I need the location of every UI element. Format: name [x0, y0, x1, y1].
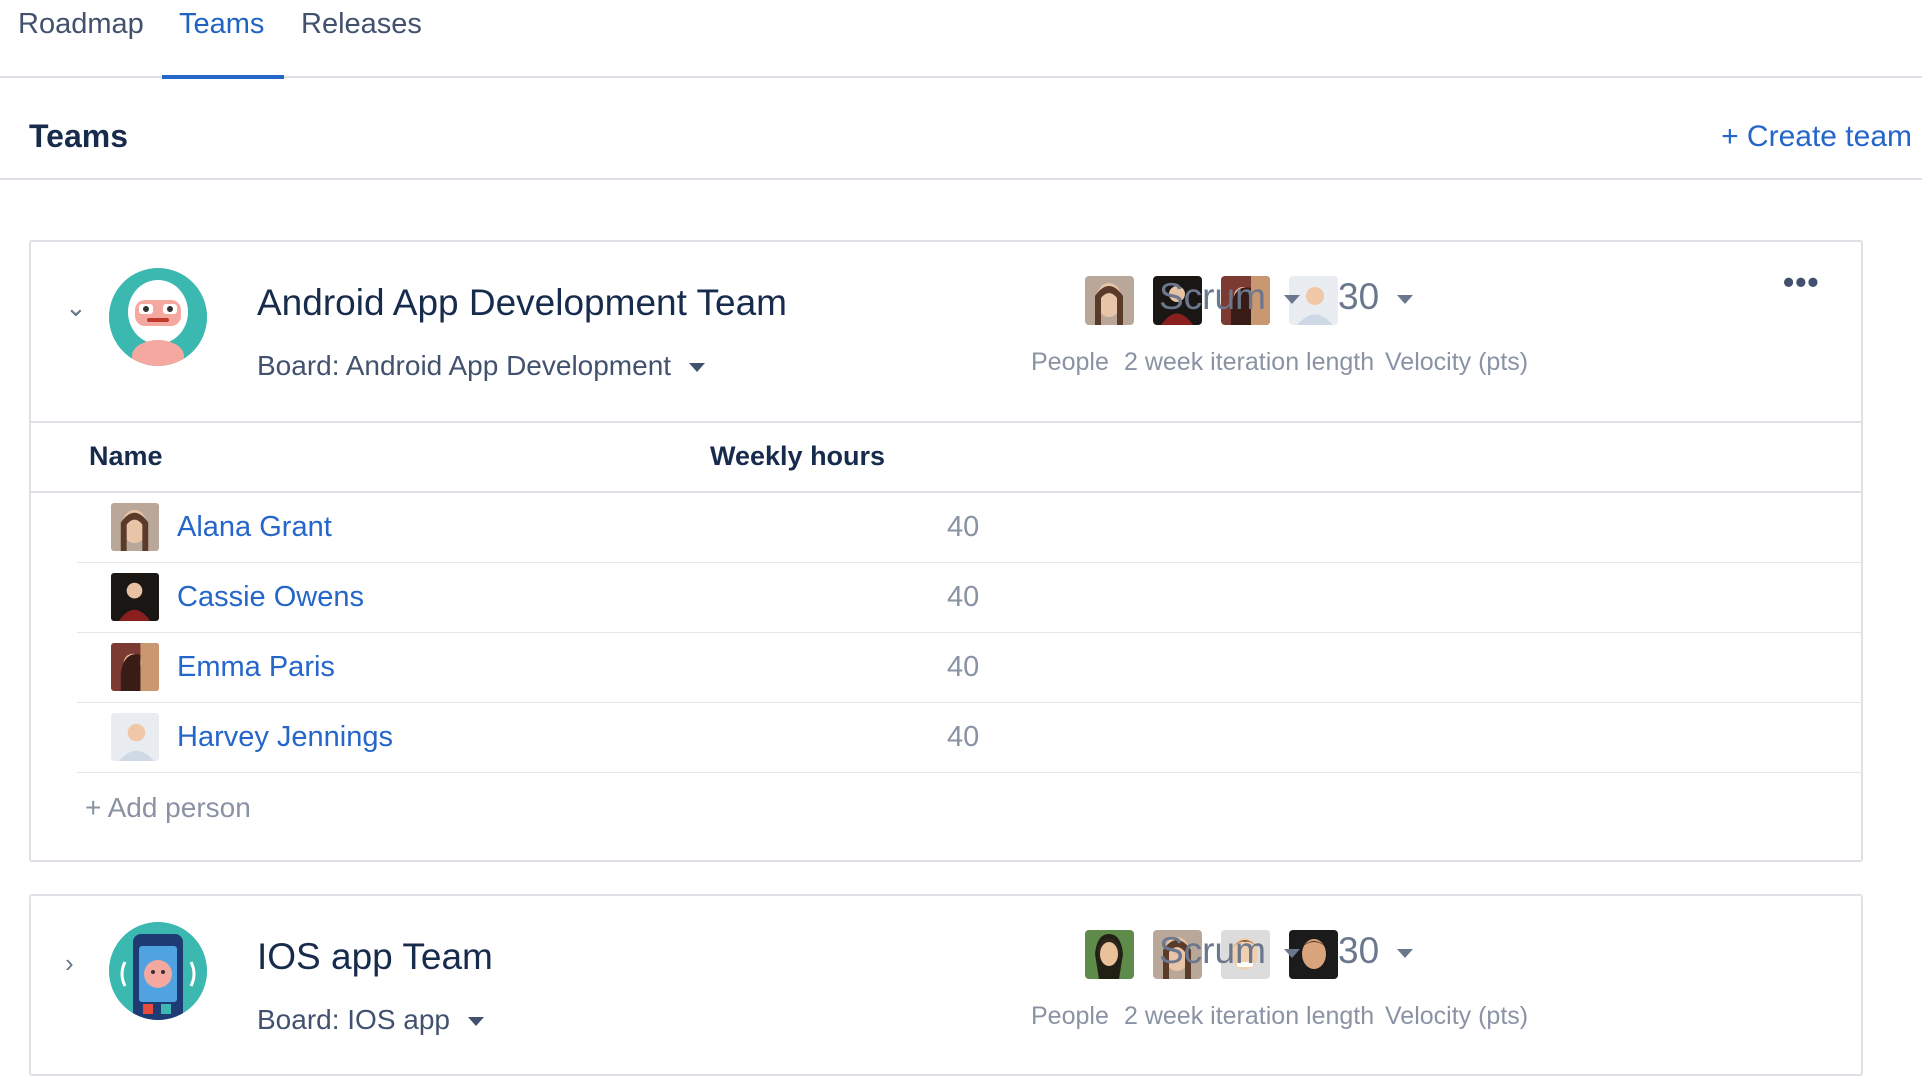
divider — [31, 421, 1861, 423]
person-name-link[interactable]: Cassie Owens — [177, 581, 364, 614]
board-label: Board: IOS app — [257, 1004, 451, 1035]
team-name: IOS app Team — [257, 936, 493, 977]
board-selector[interactable]: Board: IOS app — [257, 1004, 485, 1036]
team-avatar — [109, 922, 207, 1020]
table-row: Alana Grant 40 — [77, 493, 1861, 563]
people-label: People — [1031, 348, 1109, 376]
avatar[interactable] — [111, 713, 159, 761]
caret-down-icon[interactable] — [1397, 948, 1414, 958]
caret-down-icon[interactable] — [1283, 948, 1300, 958]
tab-teams[interactable]: Teams — [179, 8, 264, 41]
person-name-link[interactable]: Emma Paris — [177, 651, 335, 684]
active-tab-indicator — [162, 75, 284, 79]
table-row: Harvey Jennings 40 — [77, 703, 1861, 773]
board-label: Board: Android App Development — [257, 350, 672, 381]
iteration-label: 2 week iteration length — [1124, 348, 1375, 376]
page-header: Teams + Create team — [0, 80, 1922, 180]
iteration-label: 2 week iteration length — [1124, 1002, 1375, 1030]
weekly-hours-value[interactable]: 40 — [947, 581, 979, 614]
caret-down-icon[interactable] — [689, 363, 706, 373]
velocity-label: Velocity (pts) — [1385, 348, 1529, 376]
methodology-selector[interactable]: Scrum — [1159, 930, 1300, 972]
tab-roadmap[interactable]: Roadmap — [18, 8, 144, 41]
person-name-link[interactable]: Harvey Jennings — [177, 721, 393, 754]
column-header-name: Name — [89, 441, 163, 471]
velocity-label: Velocity (pts) — [1385, 1002, 1529, 1030]
table-row: Emma Paris 40 — [77, 633, 1861, 703]
avatar[interactable] — [111, 643, 159, 691]
create-team-button[interactable]: + Create team — [1721, 120, 1912, 154]
weekly-hours-value[interactable]: 40 — [947, 651, 979, 684]
caret-down-icon[interactable] — [1397, 294, 1414, 304]
more-dots-icon[interactable]: ••• — [1783, 264, 1820, 301]
velocity-selector[interactable]: 30 — [1338, 276, 1414, 318]
person-name-link[interactable]: Alana Grant — [177, 511, 332, 544]
column-header-weekly-hours: Weekly hours — [710, 441, 886, 471]
avatar[interactable] — [111, 503, 159, 551]
avatar[interactable] — [1085, 276, 1134, 325]
chevron-right-icon[interactable]: › — [65, 948, 74, 979]
people-label: People — [1031, 1002, 1109, 1030]
velocity-value: 30 — [1338, 930, 1380, 971]
avatar[interactable] — [111, 573, 159, 621]
methodology-selector[interactable]: Scrum — [1159, 276, 1300, 318]
team-avatar — [109, 268, 207, 366]
weekly-hours-value[interactable]: 40 — [947, 511, 979, 544]
page-title: Teams — [29, 118, 129, 154]
add-person-button[interactable]: + Add person — [85, 792, 251, 824]
velocity-value: 30 — [1338, 276, 1380, 317]
methodology-value: Scrum — [1159, 930, 1266, 971]
caret-down-icon[interactable] — [1283, 294, 1300, 304]
board-selector[interactable]: Board: Android App Development — [257, 350, 706, 382]
velocity-selector[interactable]: 30 — [1338, 930, 1414, 972]
team-name: Android App Development Team — [257, 282, 787, 323]
weekly-hours-value[interactable]: 40 — [947, 721, 979, 754]
team-card: ⌄ Android App Development Team Board: An… — [29, 240, 1863, 862]
caret-down-icon[interactable] — [468, 1017, 485, 1027]
methodology-value: Scrum — [1159, 276, 1266, 317]
team-card: › IOS app Team Board: IOS app Scrum 30 P… — [29, 894, 1863, 1076]
chevron-down-icon[interactable]: ⌄ — [65, 292, 87, 323]
avatar[interactable] — [1085, 930, 1134, 979]
table-row: Cassie Owens 40 — [77, 563, 1861, 633]
tab-releases[interactable]: Releases — [301, 8, 422, 41]
top-nav: Roadmap Teams Releases — [0, 0, 1922, 79]
